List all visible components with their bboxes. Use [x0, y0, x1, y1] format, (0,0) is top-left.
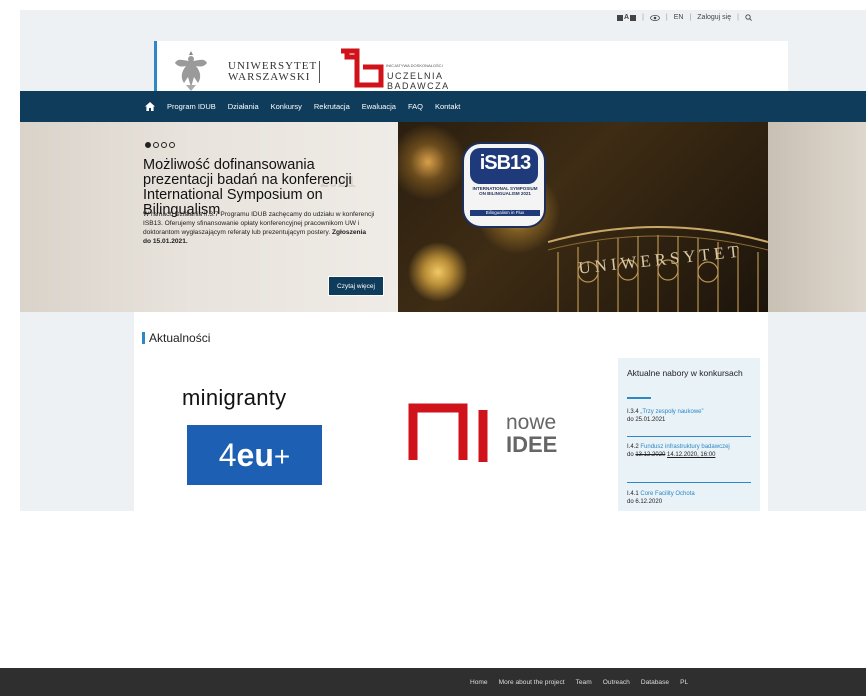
call-item-1: I.3.4 „Trzy zespoły naukowe” do 25.01.20…: [627, 409, 704, 423]
nav-ewaluacja[interactable]: Ewaluacja: [362, 102, 396, 111]
nav-dzialania[interactable]: Działania: [228, 102, 259, 111]
website-screenshot: UNIWERSYTET WARSZAWSKI INICJATYWA DOSKON…: [20, 10, 866, 511]
call-link-3[interactable]: Core Facility Ochota: [640, 491, 694, 497]
main-nav: Program IDUB Działania Konkursy Rekrutac…: [20, 91, 866, 122]
home-icon[interactable]: [145, 102, 155, 111]
footer-link-about[interactable]: More about the project: [499, 679, 565, 686]
language-switch[interactable]: EN: [674, 14, 684, 21]
open-calls-title: Aktualne nabory w konkursach: [627, 368, 743, 378]
hero-edge-image: [768, 122, 866, 312]
isb13-letters: iSB13: [479, 152, 532, 174]
uw-name: UNIWERSYTET WARSZAWSKI: [228, 60, 318, 83]
nav-faq[interactable]: FAQ: [408, 102, 423, 111]
logo-separator: [319, 61, 320, 83]
nav-kontakt[interactable]: Kontakt: [435, 102, 460, 111]
idee-text: IDEE: [506, 432, 558, 457]
page: UNIWERSYTET WARSZAWSKI INICJATYWA DOSKON…: [0, 0, 866, 696]
hero-title[interactable]: Możliwość dofinansowania prezentacji bad…: [143, 158, 388, 218]
nav-items: Program IDUB Działania Konkursy Rekrutac…: [145, 91, 460, 122]
ub-name: UCZELNIA BADAWCZA: [387, 71, 450, 91]
minigranty-logo-text[interactable]: minigranty: [182, 385, 286, 411]
slider-dot-4[interactable]: [169, 142, 175, 148]
4eu-logo[interactable]: 4eu+: [187, 425, 322, 485]
ub-tagline: INICJATYWA DOSKONAŁOŚCI: [386, 63, 443, 68]
contrast-icon: [617, 14, 623, 21]
read-more-button[interactable]: Czytaj więcej: [328, 276, 384, 296]
nav-konkursy[interactable]: Konkursy: [271, 102, 302, 111]
slider-dots: [145, 142, 175, 148]
contrast-toggle[interactable]: A: [617, 14, 637, 21]
nowe-text: nowe: [506, 411, 557, 434]
page-footer: Home More about the project Team Outreac…: [0, 668, 866, 696]
util-separator: |: [642, 14, 644, 21]
call-item-2: I.4.2 Fundusz infrastruktury badawczej d…: [627, 444, 730, 458]
call-divider: [627, 436, 751, 437]
uw-eagle-logo[interactable]: [174, 47, 208, 93]
call-link-2[interactable]: Fundusz infrastruktury badawczej: [640, 444, 729, 450]
eye-icon[interactable]: [649, 14, 660, 21]
isb13-caption: INTERNATIONAL SYMPOSIUM ON BILINGUALISM …: [472, 186, 538, 196]
contrast-icon: [630, 14, 637, 21]
footer-link-outreach[interactable]: Outreach: [603, 679, 630, 686]
utility-bar: A | | EN | Zaloguj się |: [617, 14, 752, 21]
hero-slider: 2021 UNIWERSYTET iSB13 INTERNATIONAL SYM…: [20, 122, 866, 312]
footer-link-pl[interactable]: PL: [680, 679, 688, 686]
open-calls-accent: [627, 397, 651, 399]
hero-description: W ramach Działania II.3.7 Programu IDUB …: [143, 211, 375, 245]
footer-link-home[interactable]: Home: [470, 679, 488, 686]
hero-image: UNIWERSYTET iSB13 INTERNATIONAL SYMPOSIU…: [398, 122, 768, 312]
slider-dot-1[interactable]: [145, 142, 151, 148]
nav-program-idub[interactable]: Program IDUB: [167, 102, 216, 111]
util-separator: |: [689, 14, 692, 21]
call-link-1[interactable]: „Trzy zespoły naukowe”: [640, 409, 703, 415]
search-icon[interactable]: [745, 14, 752, 21]
footer-link-team[interactable]: Team: [576, 679, 592, 686]
util-separator: |: [665, 14, 668, 21]
login-link[interactable]: Zaloguj się: [697, 14, 731, 21]
call-item-3: I.4.1 Core Facility Ochota do 6.12.2020: [627, 491, 695, 505]
uczelnia-badawcza-logo[interactable]: [337, 47, 385, 93]
nav-rekrutacja[interactable]: Rekrutacja: [314, 102, 350, 111]
news-heading: Aktualności: [142, 332, 210, 344]
isb13-tagline: Bilingualism in Flux: [470, 210, 540, 216]
open-calls-sidebar: Aktualne nabory w konkursach I.3.4 „Trzy…: [618, 358, 760, 511]
nowe-idee-logo[interactable]: [407, 400, 497, 470]
slider-dot-2[interactable]: [153, 142, 159, 148]
call-divider: [627, 482, 751, 483]
footer-links: Home More about the project Team Outreac…: [470, 668, 688, 696]
slider-dot-3[interactable]: [161, 142, 167, 148]
util-separator: |: [737, 14, 739, 21]
footer-link-database[interactable]: Database: [641, 679, 669, 686]
